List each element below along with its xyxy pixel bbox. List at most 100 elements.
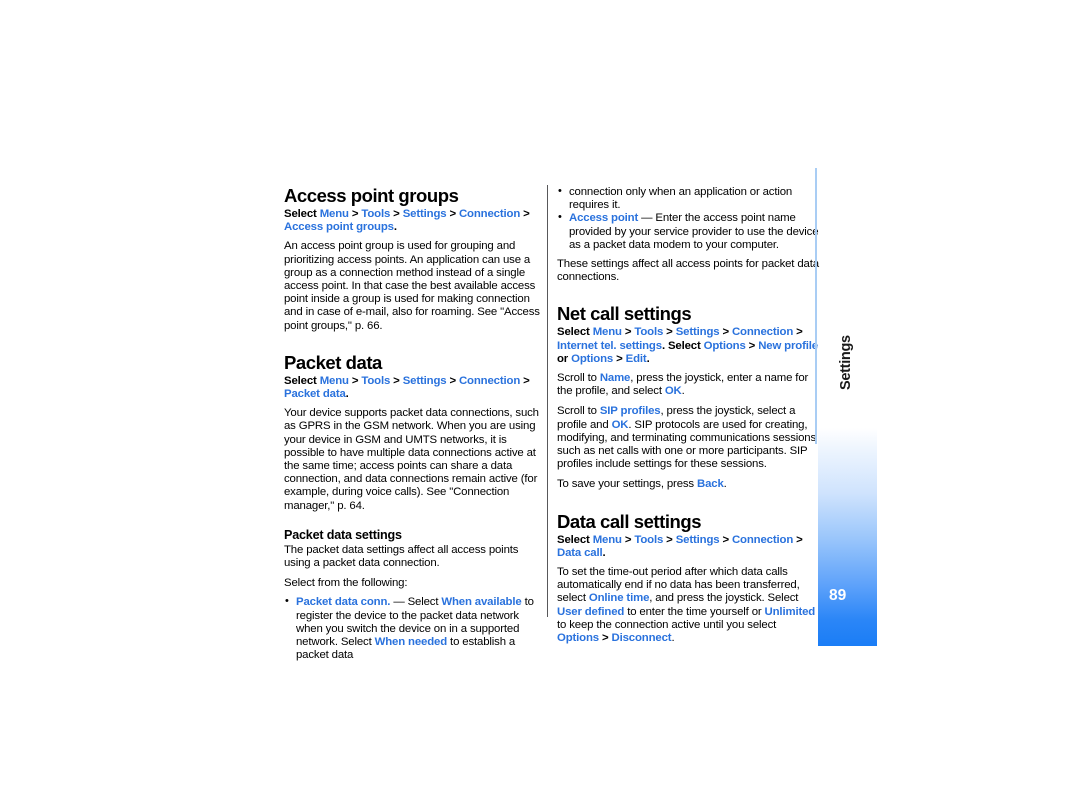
path-separator: >: [719, 533, 732, 546]
text: .: [723, 478, 727, 491]
value-disconnect[interactable]: Disconnect: [612, 632, 672, 644]
path-item-menu[interactable]: Menu: [320, 375, 349, 387]
menu-path-data-call: Select Menu > Tools > Settings > Connect…: [557, 534, 819, 560]
list-item-access-point: Access point — Enter the access point na…: [557, 211, 819, 252]
value-user-defined[interactable]: User defined: [557, 606, 624, 618]
path-item-tools[interactable]: Tools: [361, 375, 390, 387]
path-suffix: .: [393, 221, 397, 234]
path-item-tools[interactable]: Tools: [634, 326, 663, 338]
path-item-connection[interactable]: Connection: [732, 534, 793, 546]
subsection-spacer: [284, 520, 542, 528]
path-item-settings[interactable]: Settings: [676, 326, 720, 338]
path-item-tools[interactable]: Tools: [361, 208, 390, 220]
text: to enter the time yourself or: [624, 605, 765, 618]
path-item-edit[interactable]: Edit: [626, 353, 647, 365]
chapter-side-tab: Settings 89: [815, 168, 877, 646]
value-back[interactable]: Back: [697, 478, 724, 490]
path-separator: >: [663, 326, 676, 339]
term-access-point[interactable]: Access point: [569, 212, 638, 224]
path-item-options-2[interactable]: Options: [571, 353, 613, 365]
path-prefix: Select: [557, 326, 593, 339]
path-item-menu[interactable]: Menu: [320, 208, 349, 220]
path-item-menu[interactable]: Menu: [593, 534, 622, 546]
path-separator: >: [793, 326, 803, 339]
path-item-connection[interactable]: Connection: [459, 208, 520, 220]
path-suffix: .: [646, 352, 650, 365]
value-online-time[interactable]: Online time: [589, 592, 650, 604]
path-item-menu[interactable]: Menu: [593, 326, 622, 338]
path-separator: >: [520, 374, 530, 387]
heading-packet-data-settings: Packet data settings: [284, 527, 402, 542]
path-separator: >: [621, 533, 635, 546]
path-separator: >: [745, 339, 759, 352]
menu-path-net-call-settings: Select Menu > Tools > Settings > Connect…: [557, 326, 819, 366]
paragraph-scroll-to-name: Scroll to Name, press the joystick, ente…: [557, 372, 819, 398]
path-item-connection[interactable]: Connection: [459, 375, 520, 387]
paragraph-settings-affect-all: These settings affect all access points …: [557, 258, 819, 284]
text: Scroll to: [557, 405, 600, 418]
text: >: [598, 632, 612, 645]
value-unlimited[interactable]: Unlimited: [765, 606, 816, 618]
value-sip-profiles[interactable]: SIP profiles: [600, 405, 661, 417]
path-separator: >: [613, 352, 626, 365]
value-ok[interactable]: OK: [612, 419, 629, 431]
document-page: Access point groups Select Menu > Tools …: [0, 0, 1080, 810]
paragraph-select-from-following: Select from the following:: [284, 577, 408, 590]
text: , and press the joystick. Select: [649, 592, 799, 605]
side-tab-rule: [815, 168, 817, 444]
text: to keep the connection active until you …: [557, 618, 777, 631]
path-item-connection[interactable]: Connection: [732, 326, 793, 338]
path-item-new-profile[interactable]: New profile: [758, 340, 818, 352]
paragraph-data-call-timeout: To set the time-out period after which d…: [557, 566, 819, 645]
paragraph-packet-data-description: Your device supports packet data connect…: [284, 407, 539, 512]
value-when-needed[interactable]: When needed: [375, 636, 448, 648]
path-item-settings[interactable]: Settings: [403, 375, 447, 387]
path-item-access-point-groups[interactable]: Access point groups: [284, 221, 394, 233]
heading-packet-data: Packet data: [284, 351, 382, 373]
value-options[interactable]: Options: [557, 632, 599, 644]
paragraph-save-settings: To save your settings, press Back.: [557, 478, 819, 491]
bullet-list-continued: • connection only when an application or…: [557, 185, 819, 252]
path-separator: >: [348, 208, 362, 220]
path-prefix: Select: [284, 374, 320, 387]
path-separator: >: [719, 326, 732, 339]
path-item-options[interactable]: Options: [704, 340, 746, 352]
left-column: Access point groups Select Menu > Tools …: [284, 186, 542, 668]
value-ok[interactable]: OK: [665, 385, 682, 397]
continuation-text: connection only when an application or a…: [569, 186, 793, 212]
path-separator: >: [348, 374, 362, 387]
path-separator: >: [621, 326, 635, 339]
heading-data-call-settings: Data call settings: [557, 510, 702, 532]
text: .: [681, 385, 685, 398]
path-separator: >: [390, 208, 403, 220]
path-separator: >: [793, 533, 803, 546]
page-number: 89: [829, 587, 847, 604]
path-separator: >: [520, 208, 530, 220]
paragraph-scroll-to-sip-profiles: Scroll to SIP profiles, press the joysti…: [557, 405, 819, 471]
path-mid: . Select: [661, 339, 704, 352]
path-item-packet-data[interactable]: Packet data: [284, 388, 346, 400]
path-separator: >: [446, 374, 459, 387]
path-item-settings[interactable]: Settings: [403, 208, 447, 220]
chapter-title-vertical: Settings: [838, 335, 854, 390]
value-name[interactable]: Name: [600, 372, 631, 384]
paragraph-access-point-group-description: An access point group is used for groupi…: [284, 240, 540, 332]
path-item-internet-tel-settings[interactable]: Internet tel. settings: [557, 340, 662, 352]
path-prefix: Select: [284, 208, 320, 220]
text: To save your settings, press: [557, 478, 697, 491]
list-item-packet-data-conn: Packet data conn. — Select When availabl…: [284, 595, 542, 662]
path-separator: >: [390, 374, 403, 387]
paragraph-packet-data-settings-intro: The packet data settings affect all acce…: [284, 543, 519, 570]
path-item-tools[interactable]: Tools: [634, 534, 663, 546]
path-item-data-call[interactable]: Data call: [557, 547, 603, 559]
path-suffix: .: [602, 546, 606, 559]
value-when-available[interactable]: When available: [441, 596, 521, 608]
term-packet-data-conn[interactable]: Packet data conn.: [296, 596, 390, 608]
text: Scroll to: [557, 372, 600, 385]
right-column: • connection only when an application or…: [557, 185, 819, 652]
heading-net-call-settings: Net call settings: [557, 303, 692, 325]
bullet-text: — Select: [390, 596, 442, 609]
path-item-settings[interactable]: Settings: [676, 534, 720, 546]
heading-access-point-groups: Access point groups: [284, 185, 459, 206]
